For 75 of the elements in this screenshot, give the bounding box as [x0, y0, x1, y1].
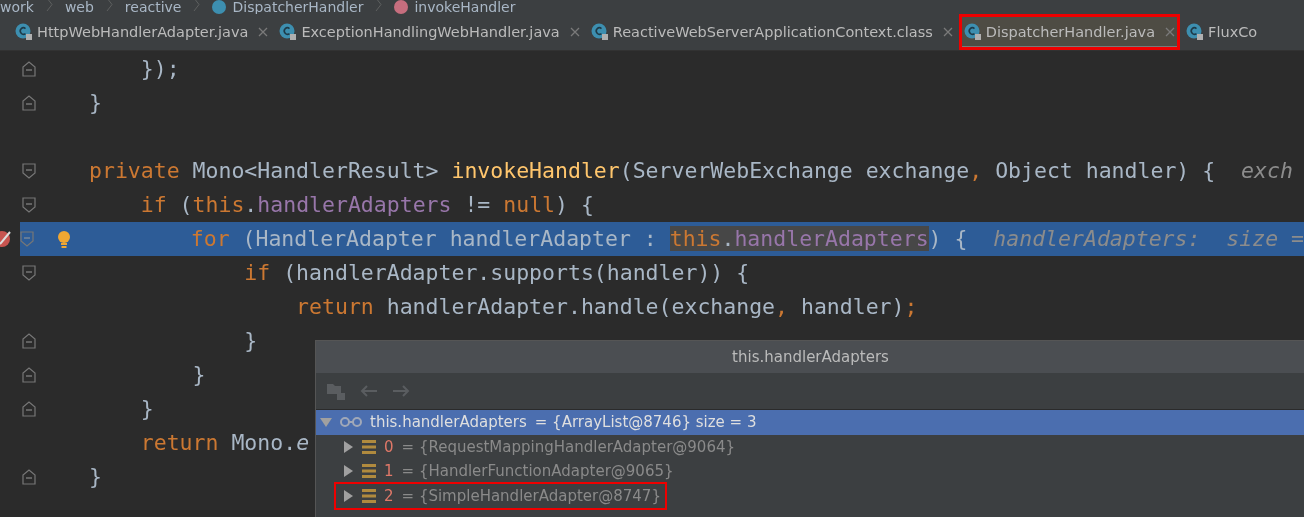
list-icon [362, 464, 376, 479]
tree-row[interactable]: 0 = {RequestMappingHandlerAdapter@9064} [336, 434, 740, 459]
class-icon [1186, 23, 1205, 41]
lightbulb-icon[interactable] [56, 230, 71, 248]
tree-row[interactable]: 2 = {SimpleHandlerAdapter@8747} [336, 483, 665, 508]
fold-marker-icon [22, 401, 36, 417]
element-index: 1 [384, 462, 394, 481]
code-line: if (this.handlerAdapters != null) { [139, 191, 594, 219]
variable-value: = {ArrayList@8746} size = 3 [534, 413, 757, 432]
fold-marker-icon [22, 367, 36, 383]
expand-arrow-icon[interactable] [342, 465, 354, 478]
editor-tab[interactable]: HttpWebHandlerAdapter.java [10, 14, 274, 50]
fold-marker-icon [22, 469, 36, 485]
editor-tab[interactable]: ReactiveWebServerApplicationContext.class [585, 14, 958, 50]
editor-tab[interactable]: FluxCo [1181, 14, 1263, 50]
tree-row[interactable]: this.handlerAdapters = {ArrayList@8746} size = 3 [316, 410, 1304, 435]
fold-marker-icon [22, 197, 36, 213]
class-icon [963, 23, 982, 41]
close-icon[interactable] [569, 27, 580, 37]
tab-label: DispatcherHandler.java [985, 24, 1156, 40]
breadcrumb-item[interactable]: DispatcherHandler [232, 0, 364, 14]
list-icon [362, 439, 376, 454]
fold-marker-icon [22, 163, 36, 179]
fold-marker-icon [22, 61, 36, 77]
code-line: } [243, 327, 258, 355]
tab-label: ExceptionHandlingWebHandler.java [301, 24, 560, 40]
close-icon[interactable] [1165, 27, 1176, 37]
code-line: for (HandlerAdapter handlerAdapter : this.handlerAdapters) { handlerAdapters: size = [189, 225, 1304, 253]
code-line: if (handlerAdapter.supports(handler)) { [243, 259, 750, 287]
class-icon [212, 0, 227, 14]
popup-title: this.handlerAdapters [316, 341, 1304, 373]
close-icon[interactable] [942, 27, 953, 37]
code-line: } [89, 89, 102, 117]
class-icon [15, 23, 33, 41]
fold-marker-icon [20, 231, 35, 247]
list-icon [362, 488, 376, 503]
tab-label: HttpWebHandlerAdapter.java [37, 24, 249, 40]
tree-row[interactable]: 1 = {HandlerFunctionAdapter@9065} [336, 459, 678, 484]
code-line: } [139, 395, 154, 423]
breadcrumb-item[interactable]: work [0, 0, 34, 14]
expand-arrow-icon[interactable] [342, 440, 354, 453]
tab-label: ReactiveWebServerApplicationContext.class [612, 24, 933, 40]
tab-label: FluxCo [1208, 24, 1258, 40]
breakpoint-icon[interactable] [0, 230, 12, 248]
editor-tab[interactable]: ExceptionHandlingWebHandler.java [274, 14, 585, 50]
chevron-icon [105, 0, 113, 11]
element-index: 2 [384, 486, 394, 505]
method-icon [394, 0, 409, 14]
collapse-arrow-icon[interactable] [320, 416, 332, 429]
fold-marker-icon [22, 265, 36, 281]
fold-marker-icon [22, 95, 36, 111]
code-line: private Mono<HandlerResult> invokeHandler(ServerWebExchange exchange, Object handler) { exch [89, 157, 1293, 185]
breadcrumb-item[interactable]: web [64, 0, 94, 14]
code-line: return Mono.e [139, 429, 310, 457]
variable-name: this.handlerAdapters [370, 413, 527, 432]
fold-marker-icon [22, 333, 36, 349]
element-value: = {RequestMappingHandlerAdapter@9064} [401, 437, 736, 456]
element-value: = {HandlerFunctionAdapter@9065} [401, 462, 674, 481]
breadcrumb-item[interactable]: reactive [124, 0, 182, 14]
close-icon[interactable] [258, 27, 269, 37]
code-line: }); [139, 55, 180, 83]
breadcrumb-item[interactable]: invokeHandler [414, 0, 516, 14]
chevron-icon [45, 0, 53, 11]
code-line: } [191, 361, 206, 389]
chevron-icon [375, 0, 383, 11]
class-icon [279, 23, 298, 41]
code-line: return handlerAdapter.handle(exchange, handler); [295, 293, 918, 321]
element-index: 0 [384, 437, 394, 456]
watch-glasses-icon [340, 417, 362, 428]
expand-arrow-icon[interactable] [342, 489, 354, 502]
chevron-icon [193, 0, 201, 11]
class-icon [590, 23, 609, 41]
editor-tab[interactable]: DispatcherHandler.java [958, 14, 1181, 50]
element-value: = {SimpleHandlerAdapter@8747} [401, 486, 661, 505]
code-line: } [89, 463, 102, 491]
